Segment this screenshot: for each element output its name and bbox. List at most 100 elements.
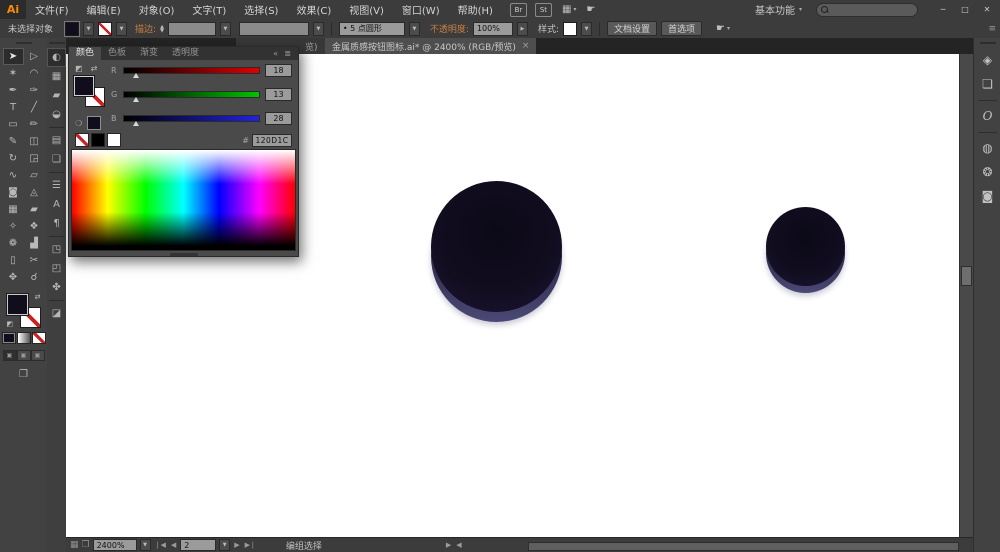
- document-setup-button[interactable]: 文档设置: [607, 21, 657, 36]
- zoom-level-field[interactable]: 2400%: [93, 539, 137, 551]
- draw-normal-button[interactable]: ▣: [3, 350, 17, 361]
- dock-color[interactable]: ◐: [47, 48, 66, 67]
- selection-tool[interactable]: ➤: [3, 48, 24, 65]
- search-box[interactable]: [816, 3, 918, 17]
- horizontal-scrollbar[interactable]: [468, 541, 967, 550]
- shape-builder-tool[interactable]: ◙: [3, 184, 24, 201]
- rectangle-tool[interactable]: ▭: [3, 116, 24, 133]
- none-swatch[interactable]: [75, 133, 89, 147]
- opacity-dropdown[interactable]: ▶: [517, 22, 528, 36]
- swap-fill-stroke-icon[interactable]: ⇄: [35, 294, 41, 301]
- magic-wand-tool[interactable]: ✶: [3, 65, 24, 82]
- panel-brushes[interactable]: ◍: [974, 136, 1000, 160]
- panel-tab[interactable]: 色板: [101, 47, 133, 60]
- paintbrush-tool[interactable]: ✏: [24, 116, 45, 133]
- tab-close-icon[interactable]: ×: [522, 41, 530, 51]
- scroll-right-arrow-icon[interactable]: ▶: [445, 541, 452, 549]
- width-tool[interactable]: ∿: [3, 167, 24, 184]
- artboard-number-field[interactable]: 2: [180, 539, 216, 551]
- panel-transform[interactable]: ◙: [974, 184, 1000, 208]
- blue-slider[interactable]: [123, 115, 260, 122]
- style-dropdown[interactable]: ▼: [581, 22, 592, 36]
- direct-selection-tool[interactable]: ▷: [24, 48, 45, 65]
- stroke-dropdown-button[interactable]: ▼: [116, 22, 127, 36]
- left-dock-drag-handle[interactable]: [49, 42, 65, 44]
- close-button[interactable]: ✕: [976, 2, 998, 17]
- artboard-tool[interactable]: ▯: [3, 252, 24, 269]
- panel-tab[interactable]: 透明度: [165, 47, 206, 60]
- stroke-weight-dropdown[interactable]: ▼: [220, 22, 231, 36]
- mesh-tool[interactable]: ▦: [3, 201, 24, 218]
- panel-menu-icon[interactable]: ≣: [284, 47, 296, 60]
- default-fill-stroke-icon[interactable]: ◩: [7, 321, 14, 328]
- style-swatch[interactable]: [563, 22, 577, 36]
- gradient-button[interactable]: [17, 332, 31, 344]
- dock-layers[interactable]: ❏: [47, 150, 66, 169]
- default-colors-icon[interactable]: ◩: [75, 64, 83, 73]
- menu-item[interactable]: 文件(F): [26, 2, 78, 17]
- preferences-button[interactable]: 首选项: [661, 21, 702, 36]
- hex-value-field[interactable]: 120D1C: [252, 134, 292, 147]
- panel-fill-stroke-proxy[interactable]: [74, 76, 106, 108]
- eraser-tool[interactable]: ◫: [24, 133, 45, 150]
- dock-flattener-preview[interactable]: ◪: [47, 304, 66, 323]
- zoom-tool[interactable]: ☌: [24, 269, 45, 286]
- panel-fill-swatch[interactable]: [74, 76, 94, 96]
- menu-item[interactable]: 效果(C): [287, 2, 340, 17]
- pen-tool[interactable]: ✒: [3, 82, 24, 99]
- dock-gradient[interactable]: ▰: [47, 86, 66, 105]
- scale-tool[interactable]: ◲: [24, 150, 45, 167]
- hand-tool[interactable]: ✥: [3, 269, 24, 286]
- green-slider[interactable]: [123, 91, 260, 98]
- search-input[interactable]: [831, 4, 913, 15]
- brush-definition-field[interactable]: [239, 22, 309, 36]
- green-value-field[interactable]: 13: [265, 88, 292, 101]
- column-graph-tool[interactable]: ▟: [24, 235, 45, 252]
- first-artboard-button[interactable]: ❘◀: [154, 541, 167, 549]
- variable-width-profile-dropdown[interactable]: ▼: [409, 22, 420, 36]
- zoom-level-dropdown[interactable]: ▼: [140, 539, 151, 551]
- active-color-swatch[interactable]: [87, 116, 101, 130]
- eyedropper-tool[interactable]: ✧: [3, 218, 24, 235]
- none-button[interactable]: [32, 332, 46, 344]
- white-swatch[interactable]: [107, 133, 121, 147]
- dock-appearance[interactable]: ▤: [47, 131, 66, 150]
- add-anchor-point-tool[interactable]: ✑: [24, 82, 45, 99]
- cursor-options-button[interactable]: ☛ ▾: [716, 23, 730, 34]
- green-slider-thumb[interactable]: [133, 97, 139, 102]
- gradient-tool[interactable]: ▰: [24, 201, 45, 218]
- artboard-dropdown[interactable]: ▼: [219, 539, 230, 551]
- dock-stroke[interactable]: ☰: [47, 176, 66, 195]
- bridge-button[interactable]: Br: [510, 3, 527, 17]
- horizontal-scrollbar-thumb[interactable]: [528, 542, 959, 551]
- dock-symbol-libraries[interactable]: ◰: [47, 259, 66, 278]
- rotate-tool[interactable]: ↻: [3, 150, 24, 167]
- panel-appearance[interactable]: O: [974, 104, 1000, 128]
- menu-item[interactable]: 编辑(E): [78, 2, 130, 17]
- red-slider[interactable]: [123, 67, 260, 74]
- draw-inside-button[interactable]: ▣: [31, 350, 45, 361]
- pointer-options-button[interactable]: ☛: [586, 4, 595, 15]
- menu-item[interactable]: 文字(T): [183, 2, 235, 17]
- panel-pathfinder[interactable]: ❏: [974, 72, 1000, 96]
- document-tab-active[interactable]: 金属质感按钮图标.ai* @ 2400% (RGB/预览) ×: [325, 38, 536, 54]
- panel-resize-handle[interactable]: [170, 253, 198, 256]
- blue-value-field[interactable]: 28: [265, 112, 292, 125]
- pencil-tool[interactable]: ✎: [3, 133, 24, 150]
- controlbar-collapse-icon[interactable]: ≡: [988, 24, 1000, 34]
- lasso-tool[interactable]: ◠: [24, 65, 45, 82]
- slice-tool[interactable]: ✂: [24, 252, 45, 269]
- swap-colors-icon[interactable]: ⇄: [91, 64, 98, 73]
- dock-brush-libraries[interactable]: ◳: [47, 240, 66, 259]
- panel-tab[interactable]: 渐变: [133, 47, 165, 60]
- export-icon[interactable]: ❐: [82, 540, 90, 550]
- line-segment-tool[interactable]: ╱: [24, 99, 45, 116]
- variable-width-profile-field[interactable]: • 5 点圆形: [339, 22, 405, 36]
- small-knob-shape[interactable]: [766, 207, 845, 286]
- type-tool[interactable]: T: [3, 99, 24, 116]
- menu-item[interactable]: 帮助(H): [449, 2, 502, 17]
- next-artboard-button[interactable]: ▶: [233, 541, 240, 549]
- draw-behind-button[interactable]: ▣: [17, 350, 31, 361]
- panel-collapse-icon[interactable]: «: [269, 47, 282, 60]
- brush-definition-dropdown[interactable]: ▼: [313, 22, 324, 36]
